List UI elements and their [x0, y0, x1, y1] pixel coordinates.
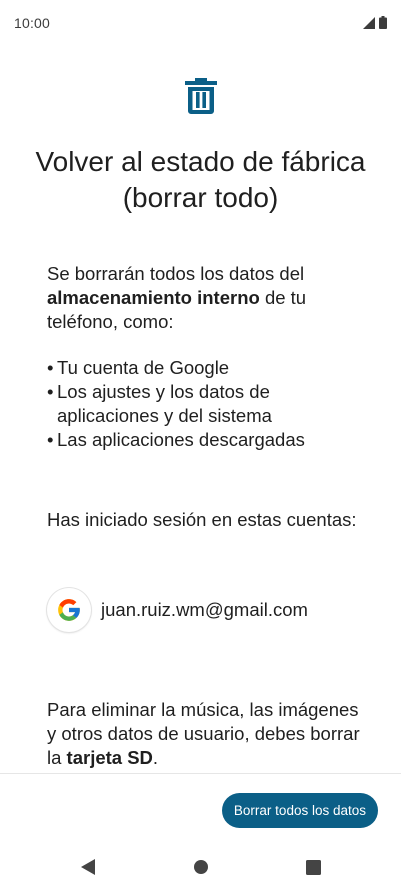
description: Se borrarán todos los datos del almacena… — [47, 262, 371, 452]
accounts-label: Has iniciado sesión en estas cuentas: — [47, 509, 357, 530]
list-item: • Los ajustes y los datos de aplicaciones… — [47, 380, 371, 428]
nav-home-button[interactable] — [186, 852, 216, 882]
list-item: • Las aplicaciones descargadas — [47, 428, 371, 452]
trash-icon — [184, 78, 217, 114]
erase-all-data-button[interactable]: Borrar todos los datos — [221, 793, 378, 828]
header-icon-wrap — [0, 78, 401, 114]
account-avatar — [47, 588, 91, 632]
google-icon — [58, 599, 80, 621]
status-icons — [363, 16, 387, 29]
list-item: • Tu cuenta de Google — [47, 356, 371, 380]
home-icon — [194, 860, 208, 874]
footer-divider — [0, 773, 401, 774]
erase-items-list: • Tu cuenta de Google • Los ajustes y los … — [47, 356, 371, 452]
intro-text: Se borrarán todos los datos del almacena… — [47, 262, 371, 334]
list-item-label: Tu cuenta de Google — [57, 357, 230, 378]
bullet-dot: • — [47, 381, 54, 402]
bullet-dot: • — [47, 357, 54, 378]
list-item-label: Las aplicaciones descargadas — [57, 429, 305, 450]
list-item-label: Los ajustes y los datos de aplicaciones … — [57, 381, 272, 426]
sd-suffix: . — [152, 747, 159, 768]
status-time: 10:00 — [14, 15, 51, 31]
nav-recents-button[interactable] — [298, 852, 328, 882]
sd-card-note: Para eliminar la música, las imágenes y … — [47, 698, 371, 770]
back-icon — [81, 859, 95, 875]
account-email: juan.ruiz.wm@gmail.com — [101, 599, 308, 620]
battery-icon — [379, 16, 387, 29]
intro-prefix: Se borrarán todos los datos del — [47, 263, 305, 284]
page-title: Volver al estado de fábrica (borrar todo… — [35, 146, 366, 213]
signal-icon — [363, 16, 375, 29]
sd-bold: tarjeta SD — [66, 747, 153, 768]
recents-icon — [305, 859, 321, 875]
navigation-bar — [0, 842, 401, 892]
intro-bold: almacenamiento interno — [47, 287, 260, 308]
bullet-dot: • — [47, 429, 54, 450]
nav-back-button[interactable] — [73, 852, 103, 882]
status-bar: 10:00 — [0, 0, 401, 48]
account-row: juan.ruiz.wm@gmail.com — [47, 587, 381, 633]
